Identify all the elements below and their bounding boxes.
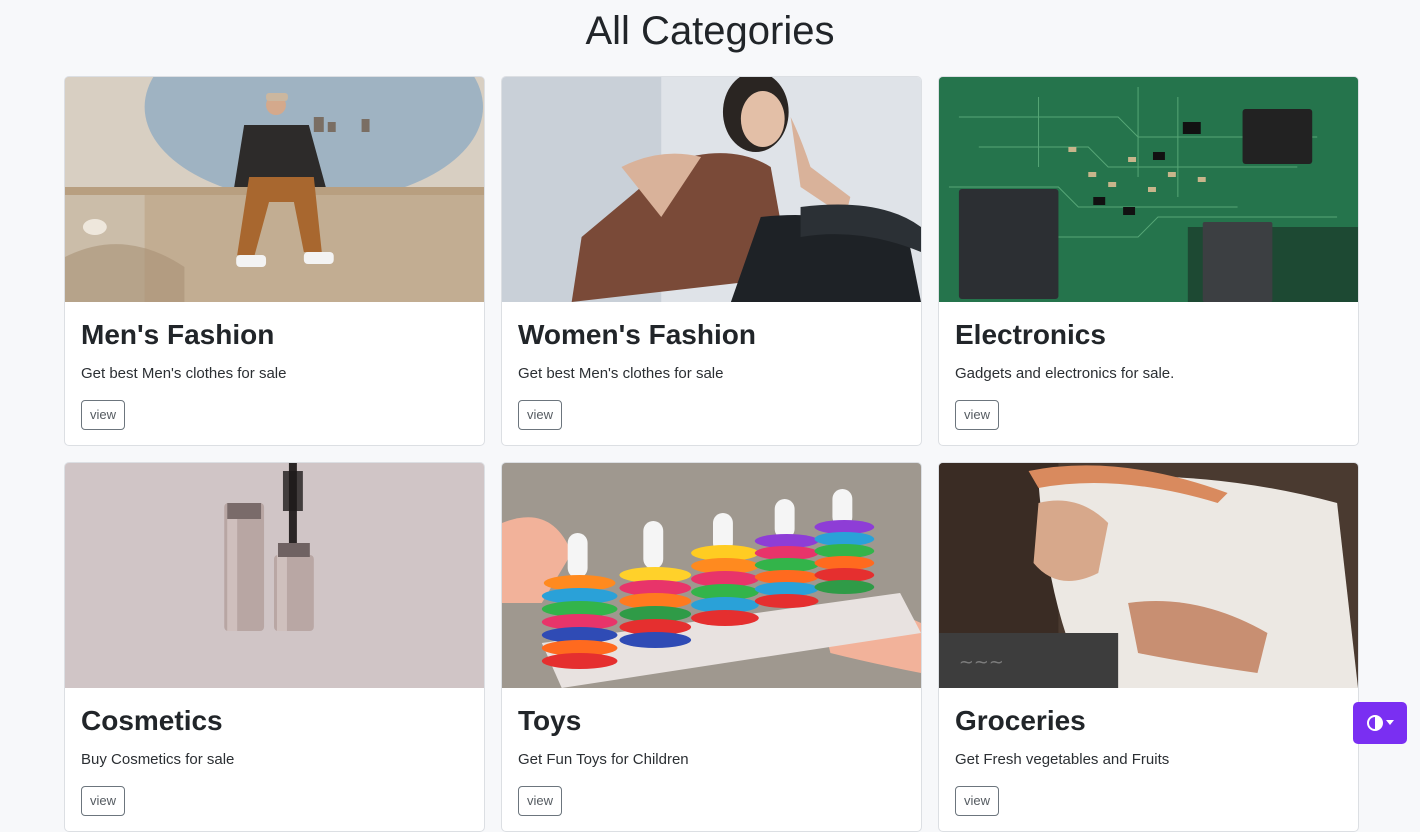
card-description: Get Fresh vegetables and Fruits — [955, 750, 1342, 770]
view-button[interactable]: view — [81, 786, 125, 816]
card-title: Men's Fashion — [81, 318, 468, 352]
category-card-womens-fashion: Women's Fashion Get best Men's clothes f… — [501, 76, 922, 446]
card-title: Electronics — [955, 318, 1342, 352]
page-title: All Categories — [0, 6, 1420, 56]
card-description: Get Fun Toys for Children — [518, 750, 905, 770]
category-card-cosmetics: Cosmetics Buy Cosmetics for sale view — [64, 462, 485, 832]
view-button[interactable]: view — [81, 400, 125, 430]
theme-toggle-button[interactable] — [1353, 702, 1407, 744]
svg-text:~~~: ~~~ — [959, 652, 1004, 673]
groceries-image: ~~~ — [939, 463, 1358, 688]
card-description: Gadgets and electronics for sale. — [955, 364, 1342, 384]
toys-image — [502, 463, 921, 688]
card-title: Toys — [518, 704, 905, 738]
card-description: Get best Men's clothes for sale — [81, 364, 468, 384]
category-card-toys: Toys Get Fun Toys for Children view — [501, 462, 922, 832]
card-description: Get best Men's clothes for sale — [518, 364, 905, 384]
card-title: Cosmetics — [81, 704, 468, 738]
category-card-groceries: ~~~ Groceries Get Fresh vegetables and F… — [938, 462, 1359, 832]
electronics-image — [939, 77, 1358, 302]
contrast-icon — [1367, 715, 1383, 731]
mascara-photo-icon — [65, 463, 484, 688]
caret-down-icon — [1386, 720, 1394, 726]
woman-sitting-photo-icon — [502, 77, 921, 302]
card-title: Groceries — [955, 704, 1342, 738]
cosmetics-image — [65, 463, 484, 688]
view-button[interactable]: view — [518, 786, 562, 816]
circuit-board-photo-icon — [939, 77, 1358, 302]
category-card-mens-fashion: Men's Fashion Get best Men's clothes for… — [64, 76, 485, 446]
mens-fashion-image — [65, 77, 484, 302]
view-button[interactable]: view — [955, 786, 999, 816]
category-card-electronics: Electronics Gadgets and electronics for … — [938, 76, 1359, 446]
card-description: Buy Cosmetics for sale — [81, 750, 468, 770]
man-sitting-photo-icon — [65, 77, 484, 302]
view-button[interactable]: view — [955, 400, 999, 430]
categories-grid: Men's Fashion Get best Men's clothes for… — [64, 76, 1359, 832]
shrimp-hand-photo-icon: ~~~ — [939, 463, 1358, 688]
card-title: Women's Fashion — [518, 318, 905, 352]
womens-fashion-image — [502, 77, 921, 302]
stacking-toy-photo-icon — [502, 463, 921, 688]
view-button[interactable]: view — [518, 400, 562, 430]
